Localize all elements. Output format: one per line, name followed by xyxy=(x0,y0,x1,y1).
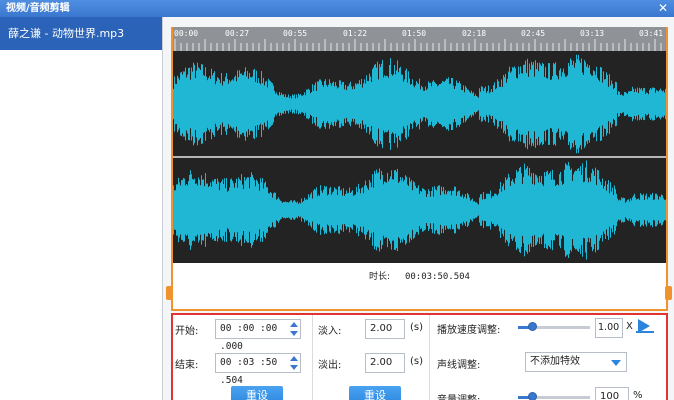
duration-value: 00:03:50.504 xyxy=(404,272,470,282)
tick-label: 02:45 xyxy=(521,29,546,38)
volume-unit: % xyxy=(633,390,643,400)
duration-label: 时长: xyxy=(369,272,391,282)
speed-label: 播放速度调整: xyxy=(437,325,501,336)
start-label: 开始: xyxy=(175,326,199,337)
start-time-spinner-icon[interactable] xyxy=(289,322,298,336)
voice-effect-value: 不添加特效 xyxy=(530,356,580,367)
fade-out-input[interactable]: 2.00 xyxy=(365,353,405,373)
speed-unit: X xyxy=(626,321,633,332)
tick-label: 00:55 xyxy=(283,29,308,38)
fade-in-input[interactable]: 2.00 xyxy=(365,319,405,339)
voice-effect-select[interactable]: 不添加特效 xyxy=(525,352,627,372)
voice-label: 声线调整: xyxy=(437,360,481,371)
tick-label: 02:18 xyxy=(462,29,487,38)
tick-label: 00:00 xyxy=(174,29,199,38)
end-time-input[interactable]: 00 :03 :50 .504 xyxy=(215,353,301,386)
tick-label: 01:50 xyxy=(402,29,427,38)
end-time-value: 00 :03 :50 .504 xyxy=(220,357,278,386)
file-list-item[interactable]: 薛之谦 - 动物世界.mp3 xyxy=(0,17,162,50)
chevron-down-icon xyxy=(611,360,621,366)
timeline-panel: 00:00 00:27 00:55 01:22 01:50 02:18 02:4… xyxy=(171,27,668,311)
file-list: 薛之谦 - 动物世界.mp3 xyxy=(0,17,163,400)
fade-in-unit: (s) xyxy=(410,322,424,333)
fade-out-label: 淡出: xyxy=(318,360,342,371)
end-label: 结束: xyxy=(175,360,199,371)
volume-label: 音量调整: xyxy=(437,391,480,400)
divider xyxy=(312,315,313,400)
tick-label: 03:13 xyxy=(580,29,605,38)
play-preview-icon[interactable] xyxy=(635,318,655,334)
window-titlebar: 视频/音频剪辑 ✕ xyxy=(0,0,674,17)
reset-time-button[interactable]: 重设 xyxy=(231,386,283,400)
duration-row: 时长: 00:03:50.504 xyxy=(173,263,666,291)
close-icon[interactable]: ✕ xyxy=(658,0,668,17)
start-time-input[interactable]: 00 :00 :00 .000 xyxy=(215,319,301,352)
edit-controls: 开始: 00 :00 :00 .000 结束: 00 :03 :50 .504 … xyxy=(171,313,668,400)
window-title: 视频/音频剪辑 xyxy=(6,3,70,14)
trim-end-handle[interactable] xyxy=(665,286,672,300)
tick-label: 00:27 xyxy=(225,29,250,38)
speed-input[interactable]: 1.00 xyxy=(595,318,623,338)
volume-slider-knob[interactable] xyxy=(528,392,537,400)
trim-start-handle[interactable] xyxy=(166,286,173,300)
start-time-value: 00 :00 :00 .000 xyxy=(220,323,278,352)
waveform[interactable] xyxy=(173,51,666,263)
fade-out-unit: (s) xyxy=(410,356,424,367)
end-time-spinner-icon[interactable] xyxy=(289,356,298,370)
divider xyxy=(429,315,430,400)
reset-fade-button[interactable]: 重设 xyxy=(349,386,401,400)
volume-input[interactable]: 100 xyxy=(595,387,629,400)
time-ruler: 00:00 00:27 00:55 01:22 01:50 02:18 02:4… xyxy=(173,27,666,51)
waveform-graphic xyxy=(173,54,666,260)
tick-label: 01:22 xyxy=(343,29,368,38)
tick-label: 03:41 xyxy=(639,29,664,38)
speed-slider-knob[interactable] xyxy=(528,322,537,331)
fade-in-label: 淡入: xyxy=(318,326,342,337)
editor-panel: 00:00 00:27 00:55 01:22 01:50 02:18 02:4… xyxy=(163,17,674,400)
